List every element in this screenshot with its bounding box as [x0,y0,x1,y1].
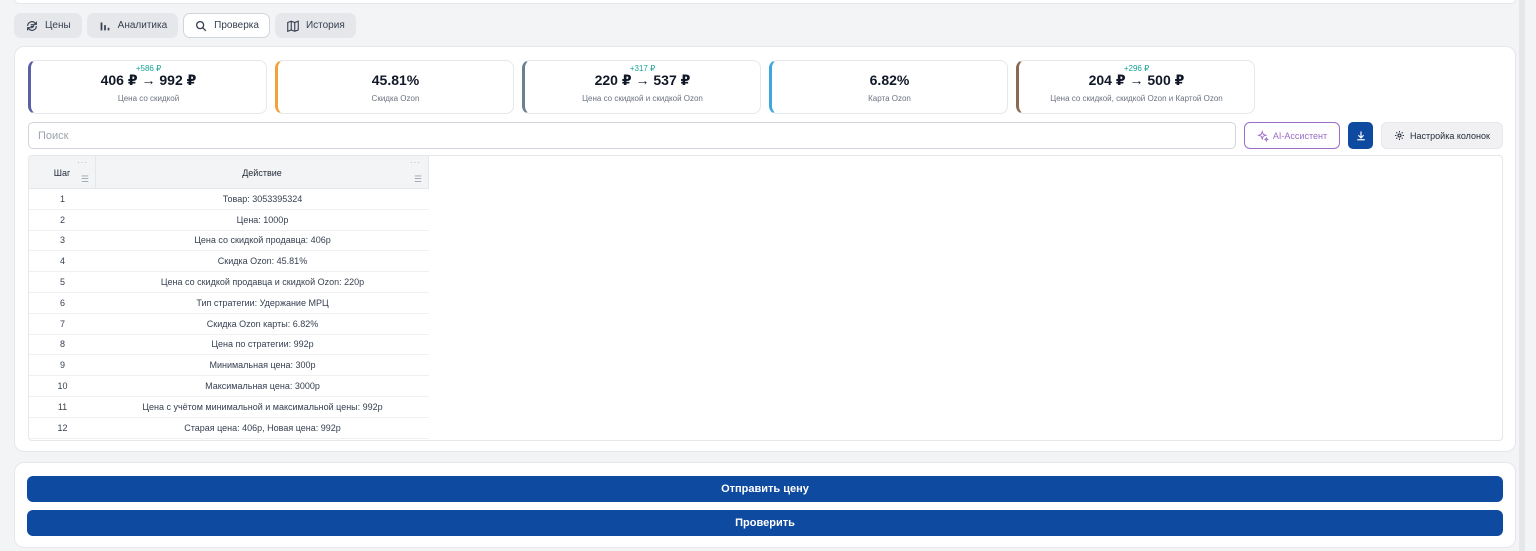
table-row[interactable]: 12 Старая цена: 406р, Новая цена: 992р [29,418,429,439]
cell-action: Цена по стратегии: 992р [211,339,314,350]
column-header-action[interactable]: Действие ··· ☰ [96,156,429,189]
search-input[interactable] [28,122,1236,149]
tab-bar: Цены Аналитика Проверка История [14,13,356,38]
column-header-label: Шаг [53,167,71,178]
tab-prices[interactable]: Цены [14,13,82,38]
tab-analytics[interactable]: Аналитика [86,13,179,38]
table-row[interactable]: 6 Тип стратегии: Удержание МРЦ [29,293,429,314]
search-icon [196,20,207,31]
tab-history[interactable]: История [274,13,356,38]
stat-card-ozon-card: 6.82% Карта Ozon [769,60,1008,114]
download-button[interactable] [1348,122,1373,149]
tab-label: Проверка [214,20,259,31]
cell-step: 1 [59,193,65,204]
cell-step: 7 [59,318,65,329]
table-row[interactable]: 9 Минимальная цена: 300р [29,355,429,377]
sparkle-icon [1257,129,1269,142]
column-settings-button[interactable]: Настройка колонок [1381,122,1503,149]
more-icon[interactable]: ··· [410,158,421,167]
stat-label: Скидка Ozon [371,94,420,103]
cell-action: Товар: 3053395324 [222,193,303,204]
stats-row: +586 ₽ 406 ₽ → 992 ₽ Цена со скидкой 45.… [28,60,1255,114]
table-row[interactable]: 5 Цена со скидкой продавца и скидкой Ozon… [29,272,429,293]
cell-action: Минимальная цена: 300р [209,360,316,371]
cell-step: 6 [59,297,65,308]
cell-action: Цена со скидкой продавца: 406р [194,235,331,246]
table-body: 1 Товар: 3053395324 2 Цена: 1000р 3 Цена со… [29,189,429,439]
stat-label: Карта Ozon [868,94,911,103]
column-header-label: Действие [242,167,282,178]
price-cycle-icon [27,20,37,31]
more-icon[interactable]: ··· [77,158,88,167]
actions-panel: Отправить цену Проверить [14,462,1516,548]
table-row[interactable]: 8 Цена по стратегии: 992р [29,335,429,356]
download-icon [1356,131,1365,140]
stat-card-ozon-discount: 45.81% Скидка Ozon [275,60,514,114]
cell-step: 5 [59,277,65,288]
cell-action: Цена: 1000р [236,214,289,225]
stat-value: 220 ₽ → 537 ₽ [594,72,691,88]
table-row[interactable]: 7 Скидка Ozon карты: 6.82% [29,314,429,335]
ai-assistant-button[interactable]: AI-Ассистент [1244,122,1340,149]
tab-check[interactable]: Проверка [183,13,270,38]
tab-label: История [305,20,345,31]
stat-value: 406 ₽ → 992 ₽ [100,72,197,88]
stat-card-price-with-card: +296 ₽ 204 ₽ → 500 ₽ Цена со скидкой, ск… [1016,60,1255,114]
column-settings-label: Настройка колонок [1410,130,1490,141]
page-scrollbar[interactable] [1519,0,1525,551]
ai-assistant-label: AI-Ассистент [1272,130,1328,141]
cell-step: 10 [57,381,68,392]
table-row[interactable]: 2 Цена: 1000р [29,210,429,231]
cell-action: Скидка Ozon: 45.81% [217,256,308,267]
map-icon [287,19,299,32]
menu-icon[interactable]: ☰ [81,174,89,185]
tab-label: Цены [45,20,71,31]
menu-icon[interactable]: ☰ [414,174,422,185]
cell-action: Старая цена: 406р, Новая цена: 992р [184,422,341,433]
tab-label: Аналитика [117,20,168,31]
check-button[interactable]: Проверить [27,510,1503,536]
stat-value: 45.81% [371,72,420,88]
table-header: Шаг ··· ☰ Действие ··· ☰ [29,156,429,189]
cell-action: Тип стратегии: Удержание МРЦ [196,297,329,308]
stat-label: Цена со скидкой [117,94,180,103]
cell-step: 12 [57,422,68,433]
cell-step: 11 [57,401,68,412]
table-row[interactable]: 10 Максимальная цена: 3000р [29,376,429,397]
cell-step: 3 [59,235,65,246]
table-row[interactable]: 4 Скидка Ozon: 45.81% [29,251,429,273]
column-header-step[interactable]: Шаг ··· ☰ [29,156,96,189]
cell-action: Максимальная цена: 3000р [205,381,320,392]
cell-step: 9 [59,360,65,371]
cell-step: 8 [59,339,65,350]
stat-card-discount-price: +586 ₽ 406 ₽ → 992 ₽ Цена со скидкой [28,60,267,114]
stat-label: Цена со скидкой, скидкой Ozon и Картой O… [1050,94,1223,103]
stat-value: 204 ₽ → 500 ₽ [1088,72,1185,88]
table-row[interactable]: 11 Цена с учётом минимальной и максимальн… [29,397,429,418]
cell-step: 4 [59,256,65,267]
cell-step: 2 [59,214,65,225]
send-price-button[interactable]: Отправить цену [27,476,1503,502]
stat-card-price-with-ozon: +317 ₽ 220 ₽ → 537 ₽ Цена со скидкой и с… [522,60,761,114]
top-panel-edge [14,0,1516,4]
table-row[interactable]: 3 Цена со скидкой продавца: 406р [29,231,429,252]
gear-icon [1395,131,1404,140]
cell-action: Цена со скидкой продавца и скидкой Ozon:… [160,277,365,288]
steps-table: Шаг ··· ☰ Действие ··· ☰ 1 Товар: 3053395… [28,155,1503,441]
stat-value: 6.82% [869,72,910,88]
cell-action: Цена с учётом минимальной и максимальной… [142,401,383,412]
bar-chart-icon [100,22,110,30]
table-row[interactable]: 1 Товар: 3053395324 [29,189,429,210]
stat-label: Цена со скидкой и скидкой Ozon [582,94,703,103]
cell-action: Скидка Ozon карты: 6.82% [206,318,319,329]
check-panel: +586 ₽ 406 ₽ → 992 ₽ Цена со скидкой 45.… [14,46,1516,452]
